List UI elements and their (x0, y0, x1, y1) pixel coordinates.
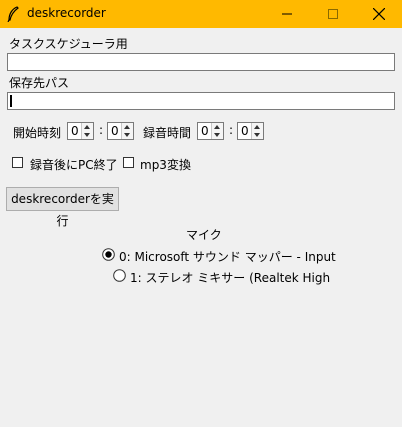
start-time-separator: : (99, 123, 104, 137)
close-icon (373, 8, 385, 20)
mp3-label: mp3変換 (140, 158, 191, 172)
mic-option-1-label[interactable]: 1: ステレオ ミキサー (Realtek High (130, 269, 330, 286)
spin-down-icon (124, 133, 130, 137)
shutdown-label: 録音後にPC終了 (30, 158, 118, 172)
save-path-label: 保存先パス (9, 76, 70, 90)
spin-up-icon (254, 125, 260, 129)
shutdown-checkbox[interactable] (12, 157, 23, 168)
start-hour-value: 0 (71, 124, 79, 138)
mic-heading: マイク (186, 228, 222, 242)
minimize-button[interactable] (264, 0, 310, 28)
window-title: deskrecorder (27, 6, 106, 20)
spin-down-icon (214, 133, 220, 137)
maximize-icon (328, 9, 338, 19)
maximize-button[interactable] (310, 0, 356, 28)
start-minute-arrows[interactable] (121, 123, 133, 139)
record-time-label: 録音時間 (143, 126, 192, 140)
spin-up-icon (214, 125, 220, 129)
save-path-input[interactable] (7, 92, 395, 110)
start-hour-spinbox[interactable]: 0 (67, 122, 94, 140)
scheduler-label: タスクスケジューラ用 (9, 37, 128, 51)
mic-radio-1[interactable] (113, 269, 126, 282)
record-hour-value: 0 (201, 124, 209, 138)
mic-option-0-label[interactable]: 0: Microsoft サウンド マッパー - Input (119, 248, 336, 265)
record-hour-spinbox[interactable]: 0 (197, 122, 224, 140)
text-caret (10, 95, 12, 107)
record-minute-value: 0 (241, 124, 249, 138)
feather-icon (6, 6, 20, 23)
run-deskrecorder-button[interactable]: deskrecorderを実行 (6, 187, 119, 228)
minimize-icon (282, 13, 292, 15)
record-hour-arrows[interactable] (211, 123, 223, 139)
spin-up-icon (124, 125, 130, 129)
record-minute-arrows[interactable] (251, 123, 263, 139)
close-button[interactable] (356, 0, 402, 28)
start-hour-arrows[interactable] (81, 123, 93, 139)
spin-down-icon (84, 133, 90, 137)
title-bar[interactable]: deskrecorder (0, 0, 402, 28)
mic-radio-0[interactable] (102, 248, 115, 261)
spin-up-icon (84, 125, 90, 129)
record-minute-spinbox[interactable]: 0 (237, 122, 264, 140)
record-time-separator: : (229, 123, 234, 137)
start-time-label: 開始時刻 (13, 126, 62, 140)
spin-down-icon (254, 133, 260, 137)
start-minute-value: 0 (111, 124, 119, 138)
scheduler-input[interactable] (7, 53, 395, 71)
mp3-checkbox[interactable] (123, 157, 134, 168)
start-minute-spinbox[interactable]: 0 (107, 122, 134, 140)
